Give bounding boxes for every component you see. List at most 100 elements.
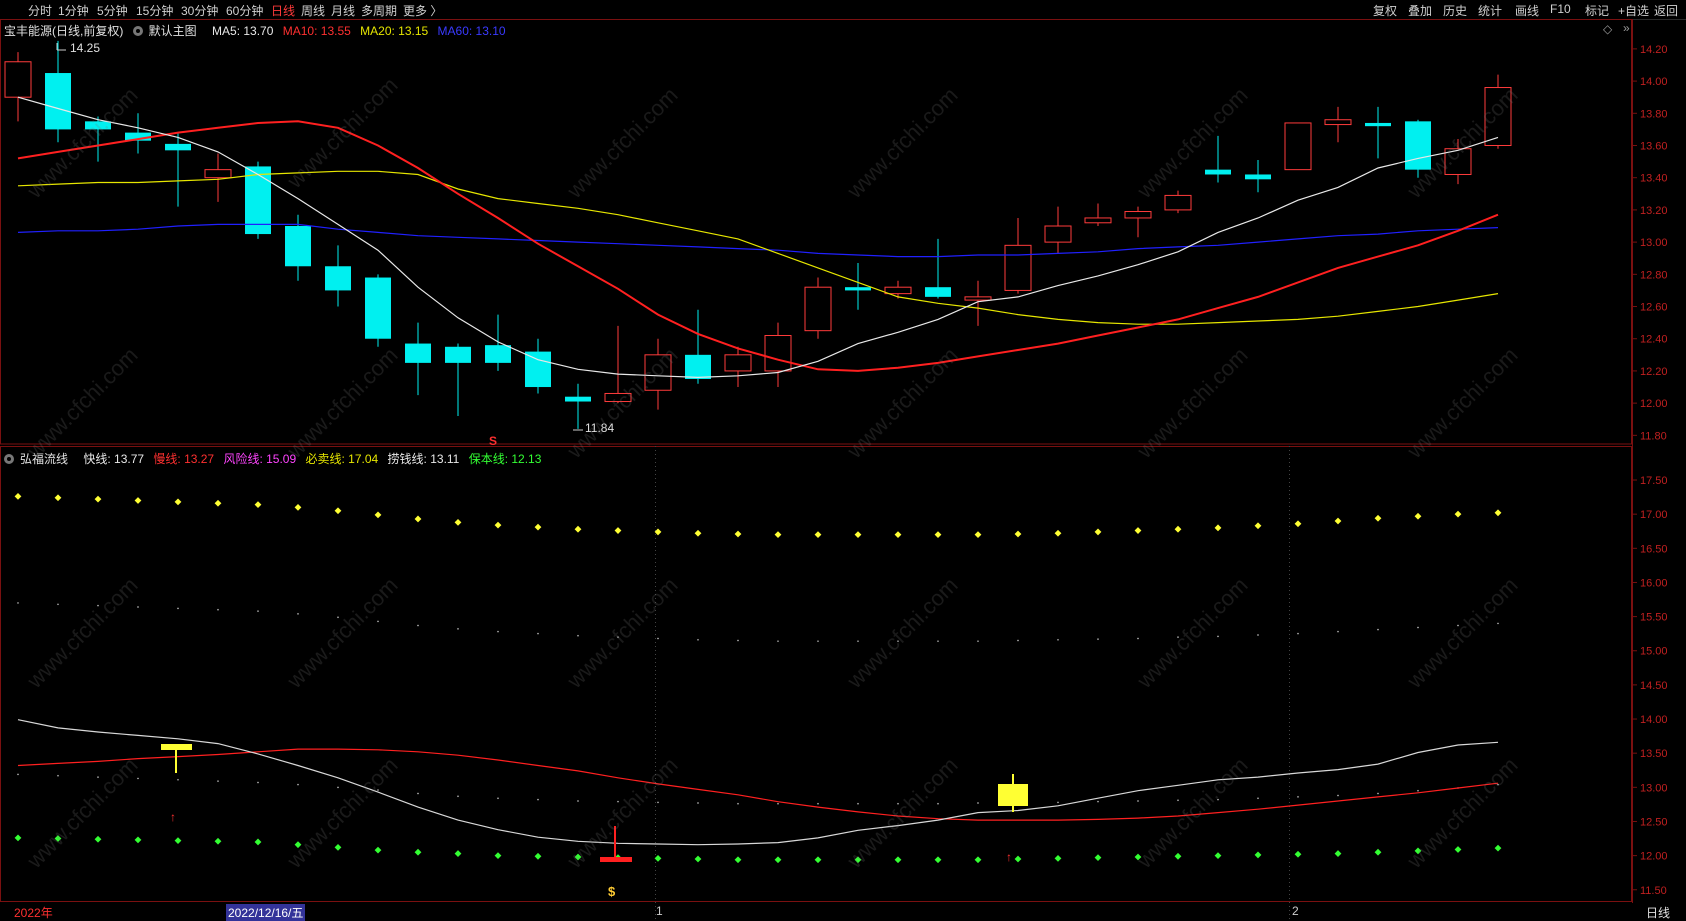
candle-body [1284,122,1312,171]
money-line-dot [737,802,739,805]
candle [45,40,71,143]
sell-line-dot [14,493,22,500]
base-line-dot [1374,848,1382,856]
sub-tick-label: 15.00 [1640,646,1668,658]
candle-body [445,346,471,363]
sell-line-dot [454,518,462,526]
main-tick-label: 13.40 [1640,173,1668,185]
up-arrow-icon: ↑ [1006,850,1012,864]
money-line-dot [697,802,699,805]
candle-body [685,354,711,379]
fast-line [17,719,1499,846]
sell-line-dot [1014,530,1022,538]
sub-tick-label: 16.00 [1640,577,1668,589]
main-tick-label: 12.40 [1640,334,1668,346]
money-line-dot [457,795,459,798]
base-line-dot [854,856,862,864]
candle [764,322,792,388]
sell-line-dot [1334,517,1342,525]
base-line-dot [294,841,302,849]
period-label[interactable]: 日线 [1646,904,1670,921]
risk-line-dot [577,634,579,637]
sub-tick-label: 14.00 [1640,714,1668,726]
money-line-dot [817,802,819,805]
candle [1405,119,1431,178]
candle [365,274,391,347]
base-line-dot [1214,852,1222,860]
base-line-dot [414,848,422,856]
risk-line-dot [177,607,179,610]
main-tick-label: 11.80 [1640,430,1667,442]
sell-line-dot [334,507,342,515]
risk-line-dot [297,612,299,615]
main-tick-label: 12.60 [1640,302,1668,314]
candle-body [85,121,111,130]
candle [644,338,672,410]
sell-line-dot [1294,520,1302,528]
base-line-dot [494,852,502,860]
risk-line-dot [777,640,779,643]
candle [685,309,711,384]
risk-line-dot [697,638,699,641]
candle [1164,190,1192,214]
sell-line-dot [1094,528,1102,536]
candle [485,314,511,371]
candle [1205,135,1231,183]
money-line-dot [1497,783,1499,786]
risk-line-dot [337,616,339,619]
risk-line-dot [537,632,539,635]
risk-line-dot [97,604,99,607]
sell-line-dot [254,501,262,509]
candle [245,161,271,239]
yellow-signal: ↑ [998,774,1028,864]
base-line-dot [1094,854,1102,862]
candle-body [285,226,311,267]
sub-tick-label: 12.00 [1640,851,1668,863]
candle [525,338,551,394]
candle-body [1164,194,1192,211]
money-line-dot [17,773,19,776]
risk-line-dot [1497,622,1499,625]
sell-line-dot [894,531,902,539]
month-2-label: 2 [1292,904,1299,918]
base-line-dot [574,853,582,861]
main-tick-label: 12.80 [1640,269,1668,281]
base-line-dot [534,852,542,860]
base-line-dot [654,854,662,862]
risk-line-dot [1217,635,1219,638]
sell-signal-mark: S [489,434,497,448]
candle-body [724,354,752,372]
main-tick-label: 12.20 [1640,366,1668,378]
risk-line-dot [417,624,419,627]
base-line-dot [1494,844,1502,852]
cursor-date-label: 2022/12/16/五 [226,904,306,921]
base-line-dot [1254,851,1262,859]
base-line-dot [374,846,382,854]
money-line-dot [1417,789,1419,792]
candle [925,238,951,299]
base-line-dot [174,837,182,844]
risk-line-dot [857,640,859,643]
candle [884,280,912,299]
candle [964,280,992,326]
kline-chart[interactable]: ↑↑ 14.2014.0013.8013.6013.4013.2013.0012… [0,0,1686,919]
year-label: 2022年 [14,906,53,920]
candle-body [525,351,551,388]
candle [405,322,431,396]
risk-line-dot [977,640,979,643]
risk-line-dot [137,606,139,609]
sell-line-dot [1254,522,1262,530]
risk-line-dot [1097,638,1099,641]
money-line-dot [577,799,579,802]
candle-body [804,286,832,332]
money-line-dot [1297,795,1299,798]
candle-body [45,73,71,130]
risk-line-dot [1057,638,1059,641]
sell-line-dot [1054,529,1062,537]
candle [845,263,871,310]
candle [125,113,151,154]
base-line-dot [1414,847,1422,855]
risk-line-dot [497,630,499,633]
candle-body [485,345,511,363]
risk-line-dot [897,640,899,643]
